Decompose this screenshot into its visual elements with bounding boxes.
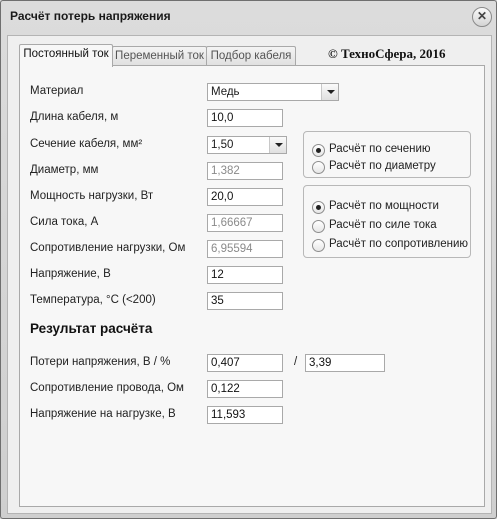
client-area: Постоянный ток Переменный ток Подбор каб… — [7, 35, 492, 514]
resistance-input[interactable]: 6,95594 — [207, 240, 283, 258]
close-icon: ✕ — [476, 9, 488, 23]
chevron-down-icon[interactable] — [269, 137, 286, 153]
radio-indicator[interactable] — [312, 161, 325, 174]
voltage-input[interactable]: 12 — [207, 266, 283, 284]
tab-dc[interactable]: Постоянный ток — [19, 44, 113, 67]
loss-label: Потери напряжения, В / % — [30, 356, 171, 368]
load-voltage-label: Напряжение на нагрузке, В — [30, 408, 176, 420]
wire-resistance-field[interactable]: 0,122 — [207, 380, 283, 398]
radio-indicator[interactable] — [312, 201, 325, 214]
material-select[interactable]: Медь — [207, 83, 339, 101]
loss-percent-field[interactable]: 3,39 — [305, 354, 385, 372]
radio-indicator[interactable] — [312, 144, 325, 157]
radio-by-power-label: Расчёт по мощности — [329, 200, 439, 212]
radio-indicator[interactable] — [312, 220, 325, 233]
radio-by-current-label: Расчёт по силе тока — [329, 219, 437, 231]
loss-separator: / — [294, 356, 298, 368]
radio-by-section-label: Расчёт по сечению — [329, 143, 431, 155]
wire-resistance-label: Сопротивление провода, Ом — [30, 382, 184, 394]
temperature-input[interactable]: 35 — [207, 292, 283, 310]
voltage-label: Напряжение, В — [30, 268, 111, 280]
chevron-down-icon[interactable] — [321, 84, 338, 100]
close-button[interactable]: ✕ — [472, 7, 492, 27]
calc-mode-group: Расчёт по мощности Расчёт по силе тока Р… — [303, 185, 471, 258]
resistance-label: Сопротивление нагрузки, Ом — [30, 242, 186, 254]
diameter-label: Диаметр, мм — [30, 164, 99, 176]
power-input[interactable]: 20,0 — [207, 188, 283, 206]
radio-by-resistance-label: Расчёт по сопротивлению — [329, 238, 469, 250]
title-bar[interactable]: Расчёт потерь напряжения ✕ — [1, 1, 496, 31]
window-title: Расчёт потерь напряжения — [10, 9, 171, 23]
material-value: Медь — [211, 86, 240, 98]
diameter-input[interactable]: 1,382 — [207, 162, 283, 180]
material-label: Материал — [30, 85, 84, 97]
radio-indicator[interactable] — [312, 239, 325, 252]
copyright-text: © ТехноСфера, 2016 — [328, 46, 446, 61]
tab-ac[interactable]: Переменный ток — [112, 46, 207, 67]
loss-volts-field[interactable]: 0,407 — [207, 354, 283, 372]
section-select[interactable]: 1,50 — [207, 136, 287, 154]
section-value: 1,50 — [211, 139, 234, 151]
current-input[interactable]: 1,66667 — [207, 214, 283, 232]
load-voltage-field[interactable]: 11,593 — [207, 406, 283, 424]
length-label: Длина кабеля, м — [30, 111, 119, 123]
calculator-window: Расчёт потерь напряжения ✕ Постоянный то… — [0, 0, 497, 519]
current-label: Сила тока, А — [30, 216, 99, 228]
dc-tab-panel: Материал Медь Длина кабеля, м 10,0 Сечен… — [19, 65, 485, 507]
temperature-label: Температура, °С (<200) — [30, 294, 156, 306]
section-label: Сечение кабеля, мм² — [30, 138, 143, 150]
radio-by-diameter-label: Расчёт по диаметру — [329, 160, 436, 172]
calc-by-group: Расчёт по сечению Расчёт по диаметру — [303, 131, 471, 178]
tab-cable-selection[interactable]: Подбор кабеля — [206, 46, 296, 67]
result-heading: Результат расчёта — [30, 321, 153, 336]
power-label: Мощность нагрузки, Вт — [30, 190, 154, 202]
length-input[interactable]: 10,0 — [207, 109, 283, 127]
